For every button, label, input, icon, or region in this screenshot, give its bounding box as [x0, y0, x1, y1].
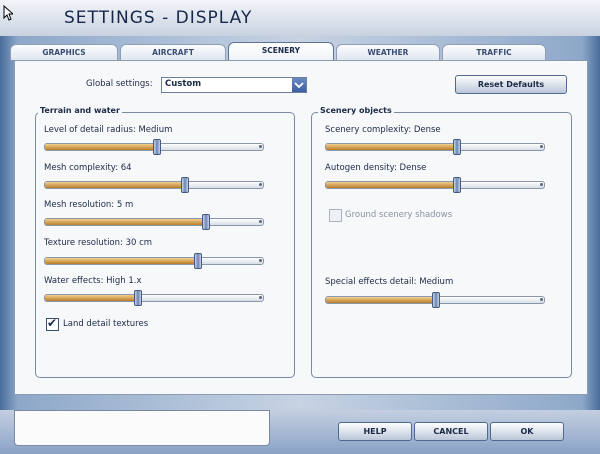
global-settings-select[interactable]: Custom — [161, 77, 307, 93]
autogen-density-label: Autogen density: Dense — [325, 163, 427, 173]
texture-resolution-slider[interactable] — [44, 253, 264, 269]
help-button[interactable]: HELP — [338, 422, 412, 441]
slider-knob[interactable] — [432, 292, 440, 308]
check-icon: ✔ — [47, 316, 58, 330]
mesh-complexity-label: Mesh complexity: 64 — [44, 163, 132, 173]
global-settings-label: Global settings: — [86, 79, 153, 89]
tab-scenery[interactable]: SCENERY — [228, 42, 334, 61]
status-box — [14, 410, 270, 446]
terrain-water-title: Terrain and water — [38, 106, 122, 115]
slider-knob[interactable] — [202, 214, 210, 230]
scenery-complexity-slider[interactable] — [325, 139, 545, 155]
tab-bar: GRAPHICS AIRCRAFT SCENERY WEATHER TRAFFI… — [10, 42, 590, 61]
tab-graphics[interactable]: GRAPHICS — [10, 44, 118, 60]
autogen-density-slider[interactable] — [325, 177, 545, 193]
lod-radius-label: Level of detail radius: Medium — [44, 125, 173, 135]
land-detail-textures-label: Land detail textures — [63, 319, 149, 329]
special-effects-slider[interactable] — [325, 292, 545, 308]
water-effects-label: Water effects: High 1.x — [44, 276, 142, 286]
global-settings-value: Custom — [165, 79, 202, 89]
slider-knob[interactable] — [181, 177, 189, 193]
texture-resolution-label: Texture resolution: 30 cm — [44, 238, 153, 248]
ground-scenery-shadows-checkbox[interactable] — [329, 209, 342, 222]
cancel-button[interactable]: CANCEL — [414, 422, 488, 441]
slider-knob[interactable] — [194, 253, 202, 269]
slider-knob[interactable] — [153, 139, 161, 155]
page-title: SETTINGS - DISPLAY — [64, 8, 253, 28]
tab-aircraft[interactable]: AIRCRAFT — [120, 44, 226, 60]
ground-scenery-shadows-label: Ground scenery shadows — [345, 210, 453, 220]
slider-knob[interactable] — [453, 139, 461, 155]
slider-knob[interactable] — [134, 290, 142, 306]
tab-traffic[interactable]: TRAFFIC — [442, 44, 546, 60]
reset-defaults-button[interactable]: Reset Defaults — [455, 75, 567, 94]
tab-weather[interactable]: WEATHER — [336, 44, 440, 60]
special-effects-label: Special effects detail: Medium — [325, 277, 454, 287]
mesh-complexity-slider[interactable] — [44, 177, 264, 193]
land-detail-textures-checkbox[interactable]: ✔ — [46, 316, 59, 331]
slider-knob[interactable] — [453, 177, 461, 193]
scenery-objects-title: Scenery objects — [318, 106, 394, 115]
mesh-resolution-slider[interactable] — [44, 214, 264, 230]
window-header: SETTINGS - DISPLAY — [0, 0, 600, 36]
mouse-cursor-icon — [3, 5, 13, 21]
chevron-down-icon[interactable] — [292, 78, 306, 92]
ok-button[interactable]: OK — [490, 422, 564, 441]
scenery-complexity-label: Scenery complexity: Dense — [325, 125, 441, 135]
mesh-resolution-label: Mesh resolution: 5 m — [44, 200, 134, 210]
lod-radius-slider[interactable] — [44, 139, 264, 155]
water-effects-slider[interactable] — [44, 290, 264, 306]
